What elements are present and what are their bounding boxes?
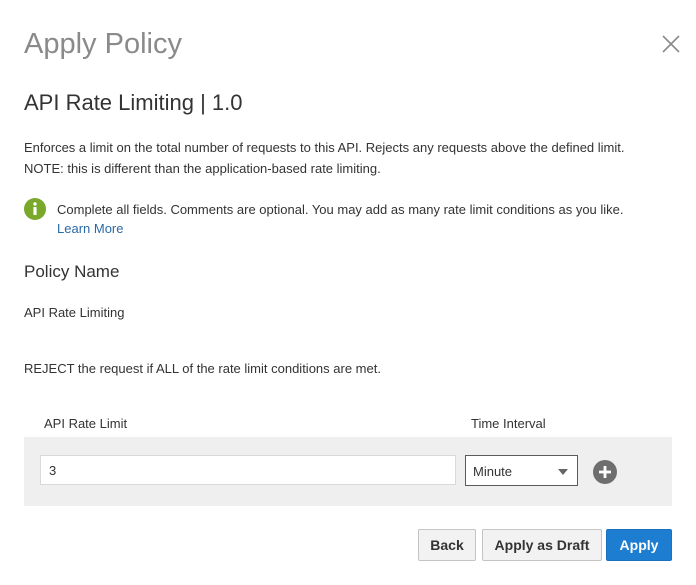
policy-title: API Rate Limiting | 1.0 [24,90,243,115]
policy-name-label: Policy Name [24,262,120,281]
policy-description: Enforces a limit on the total number of … [24,137,674,179]
policy-name-value: API Rate Limiting [24,305,125,320]
info-icon [24,198,46,220]
back-button[interactable]: Back [418,529,476,561]
apply-button[interactable]: Apply [606,529,672,561]
close-button[interactable] [660,33,682,55]
chevron-down-icon [558,469,568,475]
description-line: Enforces a limit on the total number of … [24,140,625,155]
time-interval-header: Time Interval [471,416,546,431]
time-interval-value: Minute [473,464,513,479]
dialog-title: Apply Policy [24,28,182,60]
apply-as-draft-button[interactable]: Apply as Draft [482,529,602,561]
plus-circle-icon[interactable] [593,460,617,484]
api-rate-limit-input[interactable] [40,455,456,485]
description-note: NOTE: this is different than the applica… [24,161,381,176]
info-message: Complete all fields. Comments are option… [57,202,624,217]
learn-more-link[interactable]: Learn More [57,220,123,237]
reject-condition-text: REJECT the request if ALL of the rate li… [24,361,381,376]
time-interval-select[interactable]: Minute [465,455,578,486]
api-rate-limit-header: API Rate Limit [44,416,128,431]
close-icon [662,35,680,53]
